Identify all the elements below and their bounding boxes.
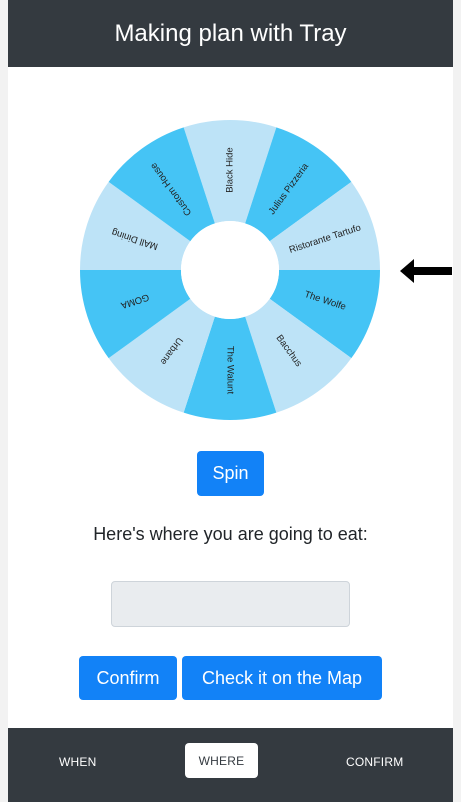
restaurant-wheel[interactable]: Black Hide Julius Pizzeria Ristorante Tart…	[80, 120, 380, 420]
app-header: Making plan with Tray	[8, 0, 453, 67]
app-frame: Making plan with Tray Black Hide Julius P…	[8, 0, 453, 802]
wheel-svg[interactable]: Black Hide Julius PizzeriaRistorante Tart…	[80, 120, 380, 420]
page-title: Making plan with Tray	[114, 19, 347, 47]
arrow-left-icon	[400, 257, 452, 285]
wheel-hub	[181, 221, 279, 319]
result-field[interactable]	[111, 581, 350, 627]
tab-where[interactable]: WHERE	[185, 743, 258, 778]
wheel-segment-label: The Walunt	[224, 346, 235, 395]
confirm-button[interactable]: Confirm	[79, 656, 177, 700]
wheel-segment-label: Black Hide	[225, 147, 236, 192]
result-label: Here's where you are going to eat:	[93, 524, 368, 544]
tab-confirm[interactable]: CONFIRM	[346, 755, 403, 769]
spin-button[interactable]: Spin	[197, 451, 264, 496]
tab-when[interactable]: WHEN	[59, 755, 96, 769]
map-button[interactable]: Check it on the Map	[182, 656, 382, 700]
